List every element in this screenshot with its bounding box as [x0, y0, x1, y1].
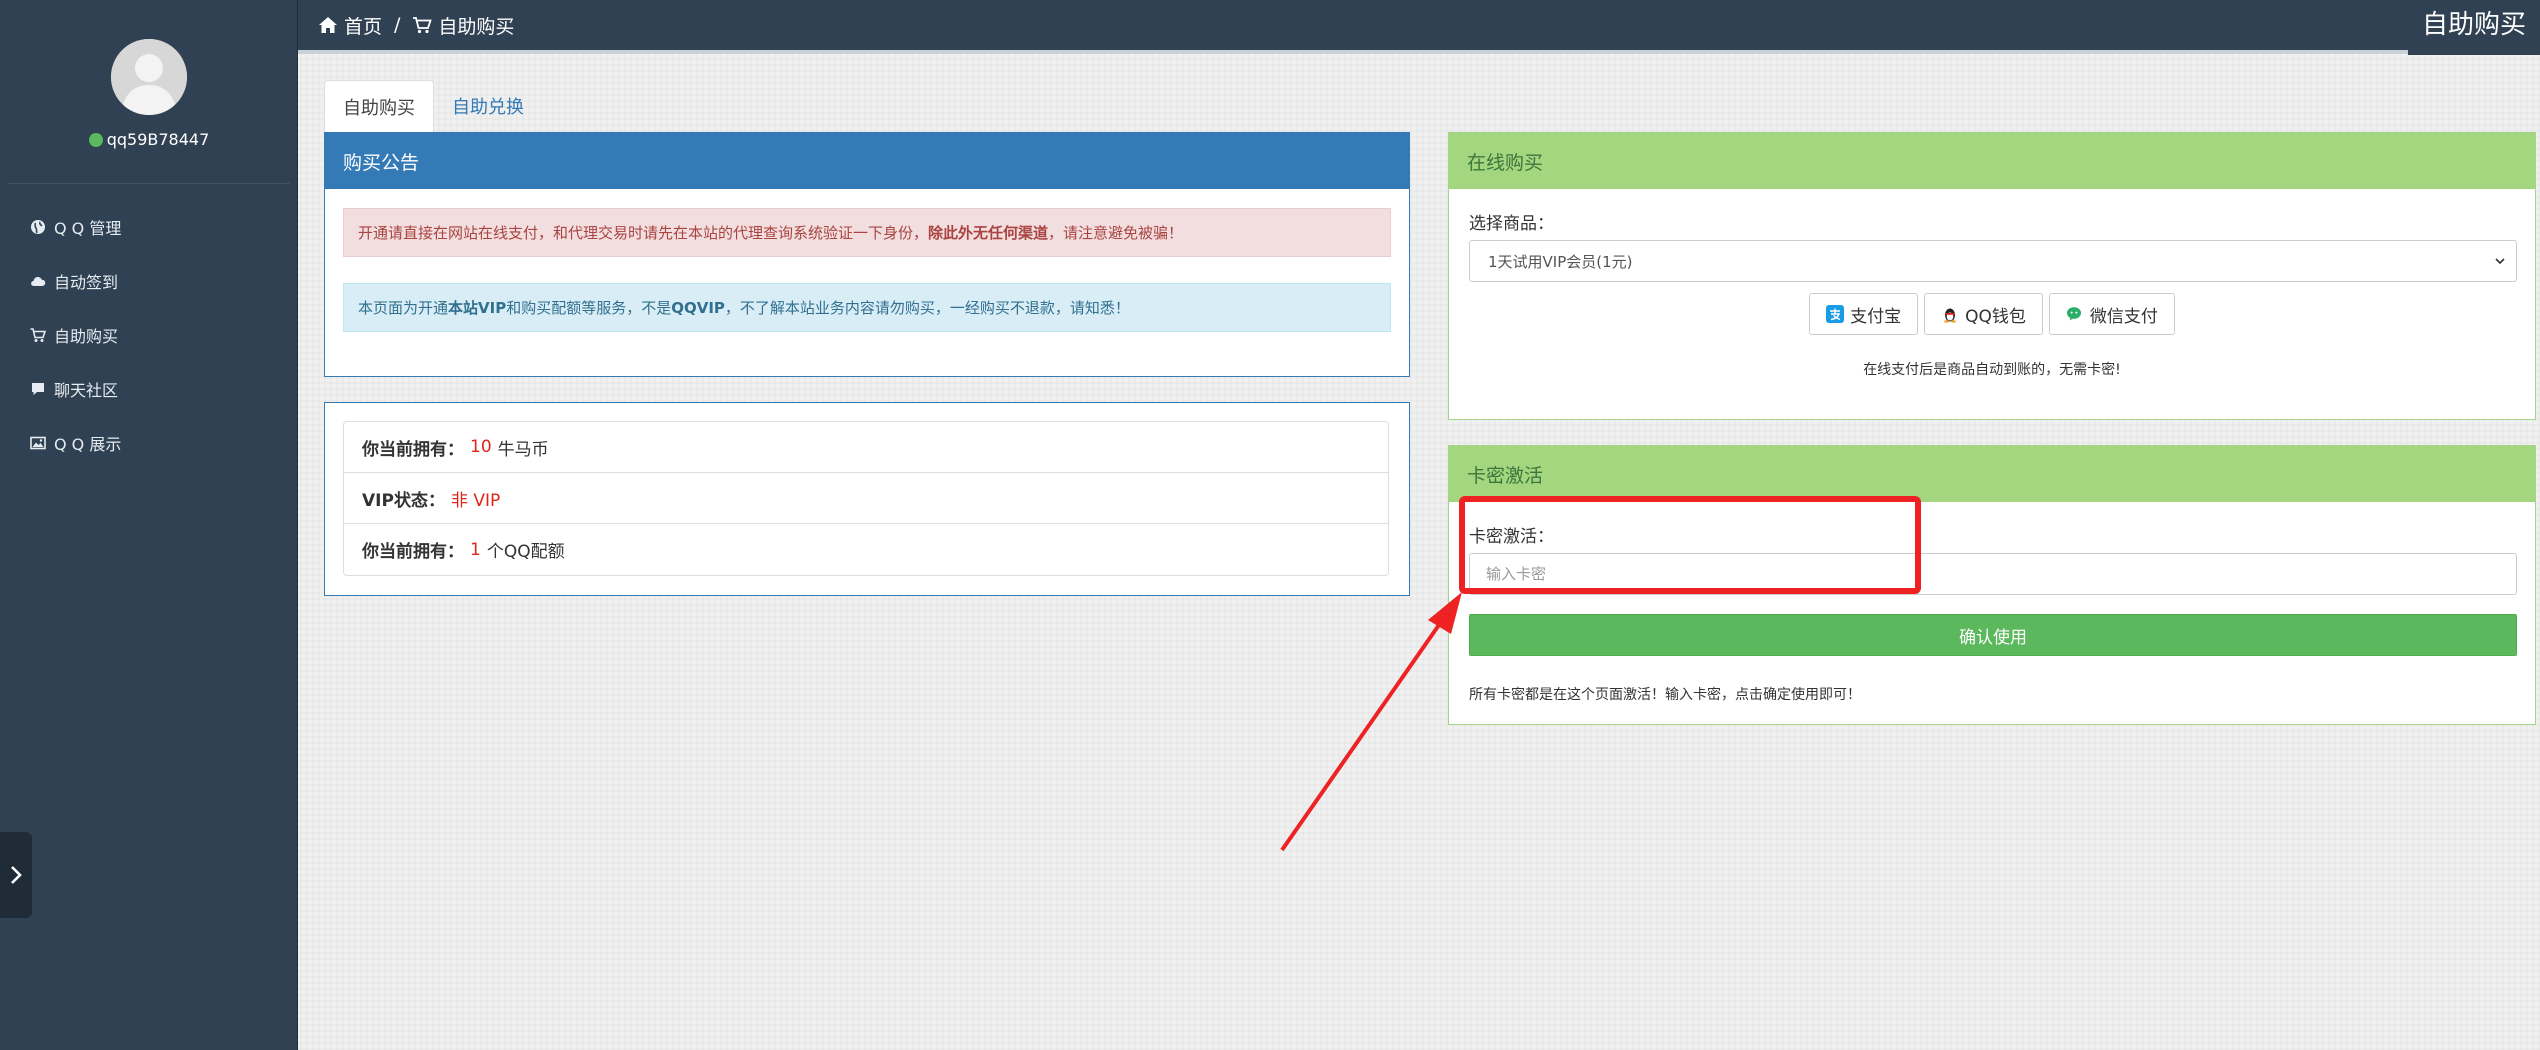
comment-icon [30, 380, 50, 398]
card-activation-note: 所有卡密都是在这个页面激活！输入卡密，点击确定使用即可！ [1469, 687, 1861, 703]
sidebar-item-qq-showcase[interactable]: Q Q 展示 [0, 416, 298, 470]
payment-label: 支付宝 [1850, 306, 1902, 327]
list-item-vip-status: VIP状态： 非 VIP [344, 473, 1388, 524]
sidebar-item-label: 自助购买 [54, 327, 119, 346]
username: qq59B78447 [106, 130, 210, 149]
notice-panel: 购买公告 开通请直接在网站在线支付，和代理交易时请先在本站的代理查询系统验证一下… [324, 132, 1410, 377]
card-activation-panel: 卡密激活 卡密激活： 确认使用 所有卡密都是在这个页面激活！输入卡密，点击确定使… [1448, 445, 2536, 725]
alert-text: 本页面为开通本站VIP和购买配额等服务，不是QQVIP，不了解本站业务内容请勿购… [358, 299, 1130, 317]
account-list: 你当前拥有： 10 牛马币 VIP状态： 非 VIP 你当前拥有： 1 个QQ配… [343, 421, 1389, 576]
card-activation-title: 卡密激活 [1449, 446, 2535, 502]
qq-wallet-button[interactable]: QQ钱包 [1924, 293, 2043, 335]
wechat-pay-button[interactable]: 微信支付 [2048, 293, 2175, 335]
product-select[interactable]: 1天试用VIP会员(1元) [1469, 240, 2517, 282]
tab-self-exchange[interactable]: 自助兑换 [434, 80, 542, 132]
image-icon [30, 434, 50, 452]
breadcrumb-separator: / [394, 14, 401, 36]
sidebar-item-label: Q Q 管理 [54, 219, 122, 238]
danger-alert: 开通请直接在网站在线支付，和代理交易时请先在本站的代理查询系统验证一下身份，除此… [343, 208, 1391, 257]
online-status-icon [88, 133, 103, 147]
avatar[interactable] [111, 39, 187, 115]
topbar-divider [298, 50, 2540, 54]
sidebar-toggle-button[interactable] [0, 832, 32, 918]
card-key-label: 卡密激活： [1469, 527, 1554, 547]
payment-label: QQ钱包 [1965, 306, 2026, 327]
breadcrumb-label: 首页 [344, 15, 383, 38]
cart-icon [30, 326, 50, 344]
sidebar-item-label: 聊天社区 [54, 381, 119, 400]
home-icon [319, 17, 337, 33]
coin-balance: 10 [470, 437, 492, 457]
sidebar-nav: Q Q 管理 自动签到 自助购买 聊天社区 Q Q 展示 [0, 200, 298, 470]
row-label: 你当前拥有： [362, 439, 464, 460]
row-suffix: 个QQ配额 [486, 542, 565, 562]
row-label: 你当前拥有： [362, 542, 464, 562]
sidebar-item-auto-signin[interactable]: 自动签到 [0, 254, 298, 308]
sidebar: qq59B78447 Q Q 管理 自动签到 自助购买 聊天社区 Q Q 展示 [0, 0, 298, 1050]
payment-label: 微信支付 [2089, 306, 2158, 327]
sidebar-item-self-purchase[interactable]: 自助购买 [0, 308, 298, 362]
online-purchase-title: 在线购买 [1449, 133, 2535, 189]
online-payment-note: 在线支付后是商品自动到账的，无需卡密! [1863, 362, 2121, 378]
alert-text: 开通请直接在网站在线支付，和代理交易时请先在本站的代理查询系统验证一下身份，除此… [358, 224, 1184, 242]
annotation-arrow-line [1280, 610, 1450, 852]
card-key-input[interactable] [1469, 553, 2517, 595]
user-silhouette-icon [111, 39, 187, 115]
sidebar-item-chat-community[interactable]: 聊天社区 [0, 362, 298, 416]
tab-bar: 自助购买 自助兑换 [324, 80, 542, 132]
tab-self-purchase[interactable]: 自助购买 [324, 80, 434, 132]
payment-buttons: 支付宝 QQ钱包 微信支付 [1449, 293, 2535, 335]
row-suffix: 牛马币 [497, 439, 549, 460]
notice-panel-title: 购买公告 [325, 133, 1409, 189]
topbar-accent [2408, 50, 2540, 55]
chevron-down-icon [2495, 258, 2505, 265]
alipay-icon [1826, 305, 1845, 323]
product-select-label: 选择商品： [1469, 214, 1554, 234]
sidebar-item-qq-manage[interactable]: Q Q 管理 [0, 200, 298, 254]
breadcrumb-current: 自助购买 [412, 12, 514, 39]
online-purchase-panel: 在线购买 选择商品： 1天试用VIP会员(1元) 支付宝 QQ钱包 微信支付 在… [1448, 132, 2536, 420]
list-item-coins: 你当前拥有： 10 牛马币 [344, 422, 1388, 473]
qq-penguin-icon [1944, 308, 1957, 323]
list-item-qq-quota: 你当前拥有： 1 个QQ配额 [344, 524, 1388, 575]
sidebar-divider [8, 183, 290, 184]
page-title: 自助购买 [2421, 10, 2526, 40]
row-label: VIP状态： [362, 490, 445, 511]
user-info: qq59B78447 [0, 130, 298, 149]
sidebar-item-label: Q Q 展示 [54, 435, 122, 454]
chevron-right-icon [11, 866, 22, 884]
alipay-button[interactable]: 支付宝 [1809, 293, 1919, 335]
sidebar-item-label: 自动签到 [54, 273, 119, 292]
info-alert: 本页面为开通本站VIP和购买配额等服务，不是QQVIP，不了解本站业务内容请勿购… [343, 283, 1391, 332]
account-panel: 你当前拥有： 10 牛马币 VIP状态： 非 VIP 你当前拥有： 1 个QQ配… [324, 402, 1410, 596]
selected-product: 1天试用VIP会员(1元) [1488, 252, 1633, 271]
confirm-use-button[interactable]: 确认使用 [1469, 614, 2517, 656]
breadcrumb-home-link[interactable]: 首页 [318, 12, 382, 39]
qq-quota-value: 1 [470, 539, 481, 560]
breadcrumb: 首页 / 自助购买 [318, 10, 514, 40]
wechat-icon [2066, 307, 2081, 321]
cart-icon [413, 17, 433, 34]
cloud-icon [30, 272, 50, 290]
breadcrumb-label: 自助购买 [438, 15, 515, 38]
globe-icon [30, 218, 50, 236]
vip-status-value: 非 VIP [450, 490, 501, 511]
topbar [298, 0, 2540, 50]
